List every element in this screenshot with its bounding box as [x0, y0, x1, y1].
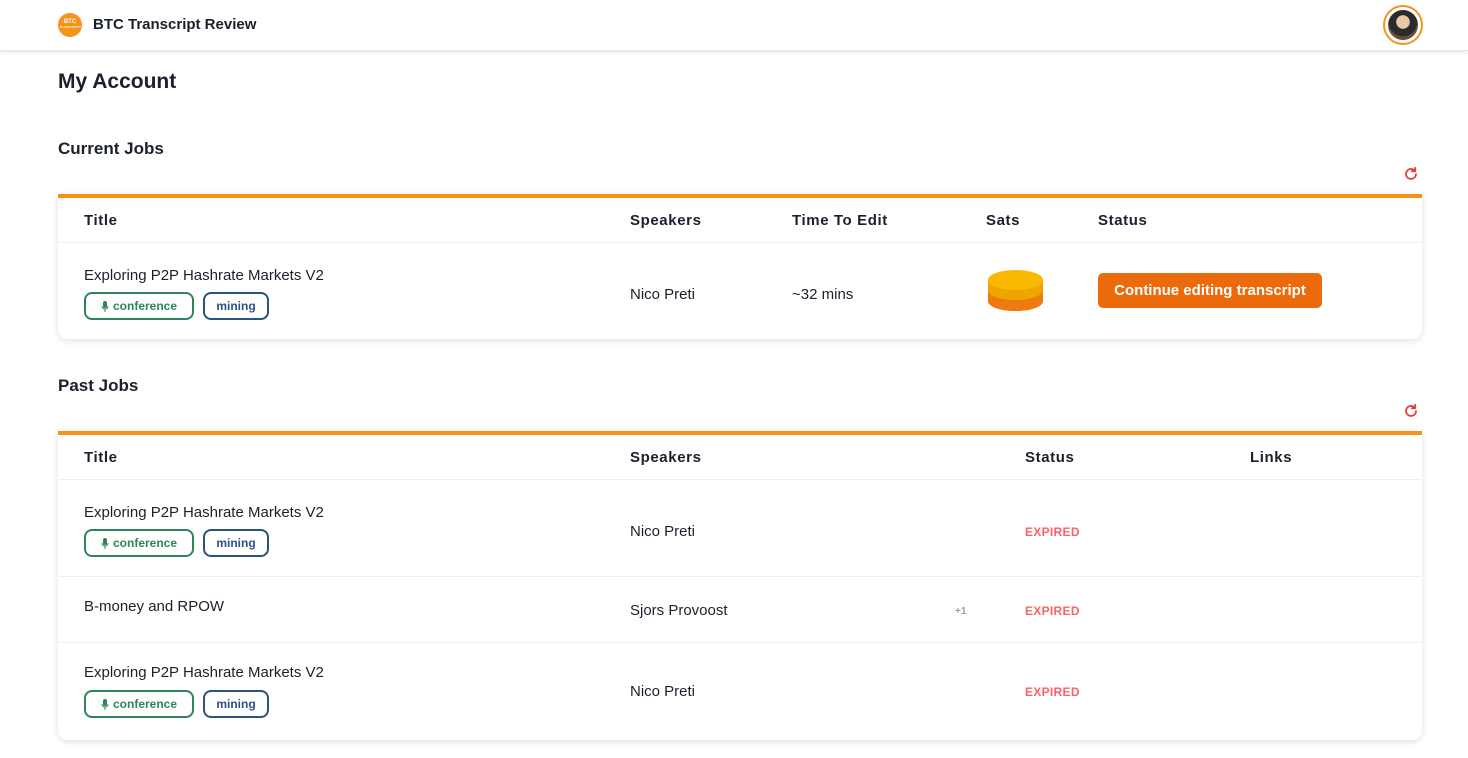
column-status: Status [1098, 212, 1148, 229]
column-links: Links [1250, 449, 1293, 466]
coins-icon [988, 270, 1043, 311]
column-status: Status [1025, 449, 1075, 466]
speaker-name: Nico Preti [630, 523, 696, 540]
column-title: Title [84, 212, 118, 229]
column-title: Title [84, 449, 118, 466]
column-speakers: Speakers [630, 212, 702, 229]
current-jobs-heading: Current Jobs [58, 139, 164, 158]
current-jobs-table: Title Speakers Time To Edit Sats Status … [58, 194, 1422, 339]
tag-label: mining [216, 299, 256, 313]
app-title[interactable]: BTC Transcript Review [93, 16, 256, 33]
speaker-name: Sjors Provoost [630, 602, 728, 619]
tag-mining: mining [203, 529, 269, 557]
tag-label: mining [216, 697, 256, 711]
job-title: Exploring P2P Hashrate Markets V2 [84, 267, 324, 284]
btc-logo-icon[interactable]: BTC TRANSCRIPTS [58, 13, 82, 37]
top-navbar: BTC TRANSCRIPTS BTC Transcript Review [0, 0, 1468, 51]
time-to-edit: ~32 mins [792, 286, 854, 303]
page-title: My Account [58, 70, 177, 93]
past-jobs-heading: Past Jobs [58, 376, 139, 395]
user-avatar[interactable] [1383, 5, 1423, 45]
logo-subtext: TRANSCRIPTS [59, 25, 81, 29]
speaker-name: Nico Preti [630, 286, 696, 303]
job-title: Exploring P2P Hashrate Markets V2 [84, 504, 324, 521]
tag-conference: conference [84, 292, 194, 320]
past-jobs-table: Title Speakers Status Links Exploring P2… [58, 431, 1422, 740]
tag-label: mining [216, 536, 256, 550]
table-row: Exploring P2P Hashrate Markets V2 confer… [58, 480, 1422, 577]
tag-mining: mining [203, 690, 269, 718]
speaker-name: Nico Preti [630, 683, 696, 700]
status-badge: EXPIRED [1025, 685, 1080, 699]
column-sats: Sats [986, 212, 1021, 229]
table-row: Exploring P2P Hashrate Markets V2 confer… [58, 243, 1422, 339]
column-time-to-edit: Time To Edit [792, 212, 888, 229]
table-row: B-money and RPOW Sjors Provoost +1 EXPIR… [58, 577, 1422, 643]
tag-mining: mining [203, 292, 269, 320]
job-title: B-money and RPOW [84, 598, 225, 615]
table-row: Exploring P2P Hashrate Markets V2 confer… [58, 643, 1422, 739]
microphone-icon [101, 537, 109, 549]
column-speakers: Speakers [630, 449, 702, 466]
tag-label: conference [112, 536, 178, 550]
table-header: Title Speakers Time To Edit Sats Status [58, 198, 1422, 243]
tag-label: conference [112, 299, 178, 313]
refresh-current-jobs-icon[interactable] [1403, 166, 1419, 182]
tag-conference: conference [84, 690, 194, 718]
tag-conference: conference [84, 529, 194, 557]
status-badge: EXPIRED [1025, 525, 1080, 539]
tag-label: conference [112, 697, 178, 711]
status-badge: EXPIRED [1025, 604, 1080, 618]
avatar-image [1388, 10, 1418, 40]
continue-editing-button[interactable]: Continue editing transcript [1098, 273, 1322, 308]
microphone-icon [101, 300, 109, 312]
refresh-past-jobs-icon[interactable] [1403, 403, 1419, 419]
extra-speakers-count[interactable]: +1 [955, 606, 966, 617]
job-title: Exploring P2P Hashrate Markets V2 [84, 664, 324, 681]
microphone-icon [101, 698, 109, 710]
table-header: Title Speakers Status Links [58, 435, 1422, 480]
